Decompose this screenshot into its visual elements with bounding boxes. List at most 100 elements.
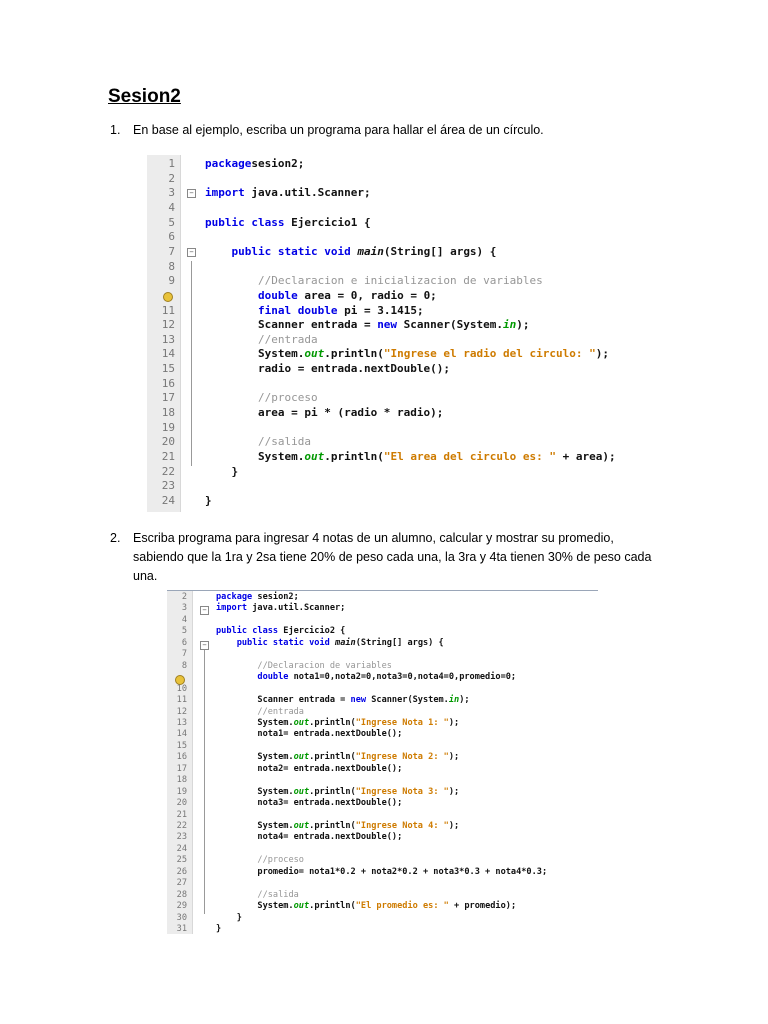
code-token: (String[] args) { <box>383 244 497 258</box>
code-line: //salida <box>205 435 311 448</box>
code-line: Scanner entrada = new Scanner(System.in)… <box>216 695 470 706</box>
line-number: 16 <box>176 752 187 763</box>
code-line: import java.util.Scanner; <box>216 603 345 613</box>
code-token: promedio= nota1*0.2 + nota2*0.2 + nota3*… <box>216 866 548 877</box>
code-token: new <box>350 695 367 706</box>
code-line: //entrada <box>216 707 304 717</box>
line-number: 8 <box>181 660 187 671</box>
line-number: 18 <box>176 775 187 786</box>
line-number: 13 <box>161 332 175 346</box>
code-token: } <box>216 912 242 923</box>
code-line: packagesesion2; <box>205 157 304 170</box>
code-token: .println( <box>309 752 356 763</box>
code-token: Scanner(System. <box>366 695 449 706</box>
line-number: 22 <box>161 464 175 478</box>
line-number: 20 <box>161 435 175 449</box>
code-token: ); <box>459 695 470 706</box>
code-line: System.out.println("Ingrese Nota 3: "); <box>216 787 459 797</box>
line-number: 19 <box>176 786 187 797</box>
line-number: 31 <box>176 924 187 935</box>
code-token: out <box>293 717 310 728</box>
lightbulb-hint-icon[interactable] <box>163 291 173 302</box>
code-token: .println( <box>324 347 384 361</box>
code-token: import <box>205 186 245 200</box>
code-token: //entrada <box>257 332 318 346</box>
line-number: 15 <box>176 740 187 751</box>
line-number: 24 <box>176 843 187 854</box>
fold-guide <box>191 260 192 466</box>
line-number: 21 <box>161 450 175 463</box>
code-token: main <box>357 244 384 258</box>
question-number: 1. <box>110 123 121 137</box>
code-token: "Ingrese Nota 4: " <box>355 821 449 831</box>
code-token: ); <box>448 786 460 797</box>
code-token: main <box>335 637 356 648</box>
code-line: //proceso <box>205 391 318 404</box>
code-token: out <box>293 786 310 797</box>
code-token: //Declaracion de variables <box>257 660 392 671</box>
fold-toggle-icon[interactable]: − <box>187 247 196 257</box>
question-number: 2. <box>110 531 121 545</box>
code-token: + area); <box>556 450 616 463</box>
code-token: .println( <box>309 717 356 728</box>
code-line: } <box>205 465 238 478</box>
code-token: System. <box>216 821 294 831</box>
code-token: radio = entrada.nextDouble(); <box>205 362 451 376</box>
code-token: nota2= entrada.nextDouble(); <box>216 763 403 774</box>
line-number: 6 <box>168 230 175 244</box>
code-token: out <box>293 901 310 912</box>
line-number: 14 <box>161 347 175 361</box>
code-token: "Ingrese Nota 1: " <box>355 717 449 728</box>
line-number: 28 <box>176 889 187 900</box>
code-token: nota1= entrada.nextDouble(); <box>216 729 403 740</box>
code-line: nota3= entrada.nextDouble(); <box>216 798 402 808</box>
code-token: } <box>205 464 239 478</box>
code-token: ); <box>448 821 460 831</box>
line-number: 1 <box>168 157 175 170</box>
fold-toggle-icon[interactable]: − <box>187 189 196 199</box>
code-token: System. <box>216 786 294 797</box>
code-token: out <box>293 752 310 763</box>
fold-guide <box>204 650 205 914</box>
code-line: //salida <box>216 890 298 900</box>
code-token: ); <box>448 752 460 763</box>
code-token: Scanner entrada = <box>216 695 351 706</box>
code-token: //proceso <box>257 855 304 866</box>
code-line: //proceso <box>216 855 304 865</box>
line-number: 19 <box>161 420 175 434</box>
line-number: 5 <box>181 626 187 637</box>
code-token: System. <box>216 901 294 912</box>
code-line: System.out.println("Ingrese Nota 4: "); <box>216 821 459 831</box>
code-token: .println( <box>309 901 356 912</box>
code-token: public static void <box>231 244 351 258</box>
line-number: 29 <box>176 901 187 912</box>
line-number: 11 <box>176 695 187 706</box>
line-number: 6 <box>181 637 187 648</box>
line-number: 17 <box>161 391 175 405</box>
code-token: out <box>293 821 310 831</box>
fold-toggle-icon[interactable]: − <box>200 606 209 616</box>
code-token: "Ingrese Nota 2: " <box>355 752 449 763</box>
line-number: 2 <box>181 592 187 602</box>
code-line: promedio= nota1*0.2 + nota2*0.2 + nota3*… <box>216 867 547 877</box>
code-line: System.out.println("Ingrese el radio del… <box>205 347 609 360</box>
code-token: area = 0, radio = 0; <box>297 288 437 302</box>
line-number: 30 <box>176 912 187 923</box>
line-number: 22 <box>176 821 187 831</box>
line-number: 14 <box>176 729 187 740</box>
code-token: ); <box>448 717 460 728</box>
code-line: nota2= entrada.nextDouble(); <box>216 764 402 774</box>
line-number: 2 <box>168 171 175 185</box>
fold-toggle-icon[interactable]: − <box>200 640 209 650</box>
line-number: 26 <box>176 866 187 877</box>
code-token: "Ingrese el radio del circulo: " <box>383 347 596 361</box>
code-line: radio = entrada.nextDouble(); <box>205 362 450 375</box>
code-line: //Declaracion e inicializacion de variab… <box>205 274 543 287</box>
